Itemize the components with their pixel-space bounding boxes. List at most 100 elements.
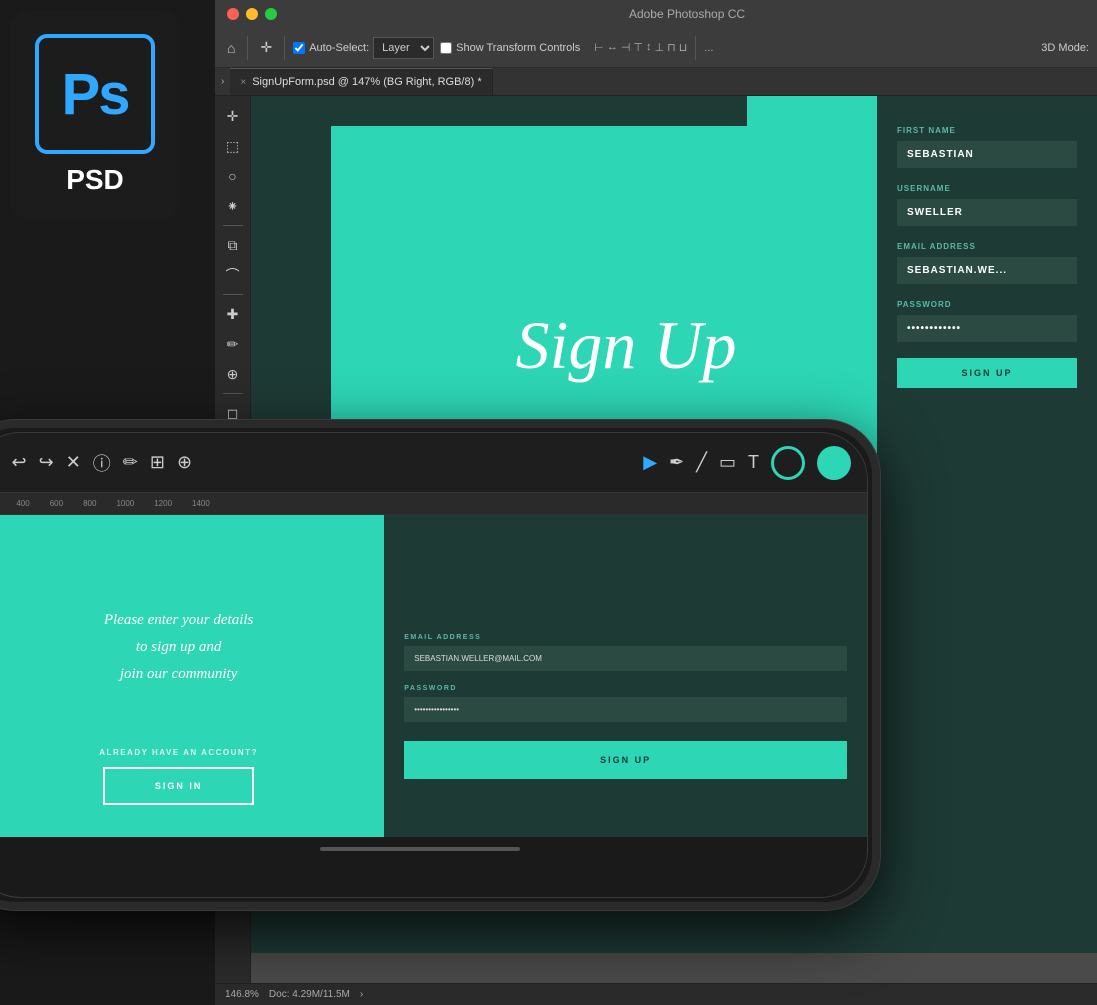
3d-mode-group: 3D Mode: <box>1041 42 1089 54</box>
username-label: USERNAME <box>897 184 1077 193</box>
ruler-mark-1000: 1000 <box>116 499 134 508</box>
toolbar-divider-3 <box>695 36 696 60</box>
stamp-tool[interactable]: ⊕ <box>219 360 247 388</box>
transform-checkbox[interactable] <box>440 42 452 54</box>
move-tool[interactable]: ✛ <box>219 102 247 130</box>
align-left-icon[interactable]: ⊢ <box>594 41 604 54</box>
status-bar: 146.8% Doc: 4.29M/11.5M › <box>215 983 1097 1005</box>
canvas-right-panel: FIRST NAME SEBASTIAN USERNAME SWELLER EM… <box>877 96 1097 953</box>
phone-password-input[interactable]: •••••••••••••••• <box>404 697 847 722</box>
maximize-button[interactable] <box>265 8 277 20</box>
crop-tool[interactable]: ⧉ <box>219 231 247 259</box>
iphone-frame: ≡ ↩ ↪ ✕ ⓘ ✏ ⊞ ⊕ ▶ ✒ ╱ ▭ T <box>0 420 880 910</box>
doc-value: 4.29M/11.5M <box>292 989 350 1000</box>
ruler-mark-600: 600 <box>50 499 63 508</box>
window-title: Adobe Photoshop CC <box>629 7 745 21</box>
form-field-username: USERNAME SWELLER <box>897 184 1077 226</box>
iphone-ruler: 200 400 600 800 1000 1200 1400 <box>0 493 867 515</box>
selection-tool[interactable]: ⬚ <box>219 132 247 160</box>
iphone-line-icon[interactable]: ╱ <box>696 452 707 473</box>
home-icon[interactable]: ⌂ <box>223 38 239 58</box>
autoselect-group: Auto-Select: Layer Group <box>293 37 434 59</box>
align-icons: ⊢ ↔ ⊣ ⊤ ↕ ⊥ ⊓ ⊔ <box>594 41 687 54</box>
tool-separator-1 <box>223 225 243 226</box>
eyedropper-tool[interactable]: ⌒ <box>219 261 247 289</box>
status-arrow[interactable]: › <box>360 989 363 1000</box>
distribute-h-icon[interactable]: ⊓ <box>667 41 676 54</box>
ps-logo-letters: Ps <box>62 61 129 128</box>
iphone-toolbar-right: ▶ ✒ ╱ ▭ T <box>643 446 851 480</box>
phone-email-value: SEBASTIAN.WELLER@MAIL.COM <box>414 654 542 663</box>
email-value: SEBASTIAN.WE... <box>897 257 1077 284</box>
ruler-mark-800: 800 <box>83 499 96 508</box>
canvas-signup-button[interactable]: SIGN UP <box>897 358 1077 388</box>
iphone-close-icon[interactable]: ✕ <box>66 452 81 473</box>
brush-tool[interactable]: ✏ <box>219 330 247 358</box>
password-label: PASSWORD <box>897 300 1077 309</box>
wand-tool[interactable]: ⁕ <box>219 192 247 220</box>
autoselect-checkbox[interactable] <box>293 42 305 54</box>
heal-tool[interactable]: ✚ <box>219 300 247 328</box>
title-bar: Adobe Photoshop CC <box>215 0 1097 28</box>
iphone-info-icon[interactable]: ⓘ <box>93 450 111 476</box>
firstname-value: SEBASTIAN <box>897 141 1077 168</box>
transform-label: Show Transform Controls <box>456 42 580 54</box>
iphone-grid-icon[interactable]: ⊞ <box>150 452 165 473</box>
tab-close-icon[interactable]: × <box>240 77 246 88</box>
phone-password-value: •••••••••••••••• <box>414 705 459 714</box>
tool-separator-3 <box>223 393 243 394</box>
tool-separator-2 <box>223 294 243 295</box>
iphone-undo-icon[interactable]: ↩ <box>12 452 27 473</box>
move-tool-icon[interactable]: ✛ <box>256 37 276 58</box>
autoselect-label: Auto-Select: <box>309 42 369 54</box>
phone-password-label: PASSWORD <box>404 685 847 692</box>
ps-label: PSD <box>66 164 124 196</box>
toolbar-divider-1 <box>247 36 248 60</box>
align-top-icon[interactable]: ⊤ <box>633 41 643 54</box>
ruler-mark-1200: 1200 <box>154 499 172 508</box>
tab-scroll-left[interactable]: › <box>215 76 230 87</box>
iphone-fill-icon[interactable] <box>817 446 851 480</box>
ruler-mark-400: 400 <box>16 499 29 508</box>
iphone-home-bar <box>320 847 520 851</box>
zoom-level: 146.8% <box>225 989 259 1000</box>
form-field-email: EMAIL ADDRESS SEBASTIAN.WE... <box>897 242 1077 284</box>
iphone-redo-icon[interactable]: ↪ <box>39 452 54 473</box>
layer-dropdown[interactable]: Layer Group <box>373 37 434 59</box>
align-bottom-icon[interactable]: ⊥ <box>655 41 665 54</box>
align-right-icon[interactable]: ⊣ <box>621 41 631 54</box>
align-center-v-icon[interactable]: ↕ <box>646 41 652 54</box>
iphone-container: ≡ ↩ ↪ ✕ ⓘ ✏ ⊞ ⊕ ▶ ✒ ╱ ▭ T <box>0 420 880 980</box>
tab-name: SignUpForm.psd @ 147% (BG Right, RGB/8) … <box>252 76 481 88</box>
iphone-inner: ≡ ↩ ↪ ✕ ⓘ ✏ ⊞ ⊕ ▶ ✒ ╱ ▭ T <box>0 432 868 898</box>
distribute-v-icon[interactable]: ⊔ <box>679 41 688 54</box>
form-field-firstname: FIRST NAME SEBASTIAN <box>897 126 1077 168</box>
iphone-radio-icon[interactable] <box>771 446 805 480</box>
form-field-password: PASSWORD •••••••••••• <box>897 300 1077 342</box>
signin-button[interactable]: SIGN IN <box>103 767 255 805</box>
iphone-cursor-icon[interactable]: ▶ <box>643 452 657 473</box>
iphone-pen-icon[interactable]: ✒ <box>669 452 684 473</box>
iphone-rect-icon[interactable]: ▭ <box>719 452 736 473</box>
username-value: SWELLER <box>897 199 1077 226</box>
active-tab[interactable]: × SignUpForm.psd @ 147% (BG Right, RGB/8… <box>230 68 492 95</box>
tab-bar: › × SignUpForm.psd @ 147% (BG Right, RGB… <box>215 68 1097 96</box>
phone-account-text: ALREADY HAVE AN ACCOUNT? <box>99 748 258 757</box>
phone-email-input[interactable]: SEBASTIAN.WELLER@MAIL.COM <box>404 646 847 671</box>
email-label: EMAIL ADDRESS <box>897 242 1077 251</box>
tagline-line3: join our community <box>120 666 238 682</box>
doc-label: Doc: <box>269 989 290 1000</box>
align-center-h-icon[interactable]: ↔ <box>607 41 618 54</box>
lasso-tool[interactable]: ○ <box>219 162 247 190</box>
phone-tagline: Please enter your details to sign up and… <box>104 607 254 688</box>
iphone-pencil-icon[interactable]: ✏ <box>123 452 138 473</box>
iphone-text-icon[interactable]: T <box>748 452 759 473</box>
iphone-bottom <box>0 837 867 897</box>
more-icon[interactable]: ... <box>704 42 713 54</box>
close-button[interactable] <box>227 8 239 20</box>
traffic-lights <box>227 8 277 20</box>
phone-signup-button[interactable]: SIGN UP <box>404 741 847 779</box>
iphone-layers-icon[interactable]: ⊕ <box>177 452 192 473</box>
tagline-line2: to sign up and <box>136 639 221 655</box>
minimize-button[interactable] <box>246 8 258 20</box>
